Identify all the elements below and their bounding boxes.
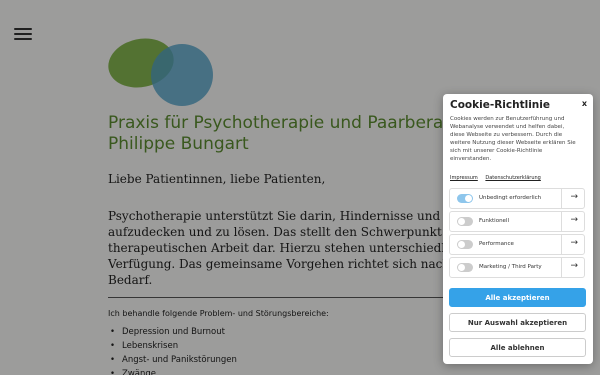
toggle-knob <box>458 264 465 271</box>
option-divider <box>561 258 562 277</box>
cookie-option-label: Performance <box>479 241 514 247</box>
close-icon[interactable]: x <box>582 99 587 108</box>
cookie-option-label: Unbedingt erforderlich <box>479 195 542 201</box>
accept-selection-button[interactable]: Nur Auswahl akzeptieren <box>449 313 586 332</box>
reject-all-button[interactable]: Alle ablehnen <box>449 338 586 357</box>
accept-all-button[interactable]: Alle akzeptieren <box>449 288 586 307</box>
cookie-consent-dialog: Cookie-Richtlinie x Cookies werden zur B… <box>443 94 593 364</box>
functional-toggle[interactable] <box>457 217 473 226</box>
cookie-description: Cookies werden zur Benutzerführung und W… <box>450 115 590 163</box>
arrow-right-icon[interactable]: → <box>570 261 578 271</box>
necessary-toggle[interactable] <box>457 194 473 203</box>
cookie-option-marketing: Marketing / Third Party → <box>449 257 585 278</box>
toggle-knob <box>465 195 472 202</box>
privacy-policy-link[interactable]: Datenschutzerklärung <box>485 175 540 181</box>
arrow-right-icon[interactable]: → <box>570 192 578 202</box>
cookie-option-functional: Funktionell → <box>449 211 585 232</box>
arrow-right-icon[interactable]: → <box>570 238 578 248</box>
cookie-options: Unbedingt erforderlich → Funktionell → P… <box>449 188 585 280</box>
toggle-knob <box>458 241 465 248</box>
cookie-links: Impressum Datenschutzerklärung <box>450 175 547 181</box>
marketing-toggle[interactable] <box>457 263 473 272</box>
option-divider <box>561 235 562 254</box>
cookie-option-label: Marketing / Third Party <box>479 264 542 270</box>
cookie-description-line: diese Webseite zu verbessern. Durch die <box>450 132 563 138</box>
arrow-right-icon[interactable]: → <box>570 215 578 225</box>
option-divider <box>561 212 562 231</box>
performance-toggle[interactable] <box>457 240 473 249</box>
cookie-description-line: sich mit unserer Cookie-Richtlinie <box>450 148 543 154</box>
cookie-description-line: Cookies werden zur Benutzerführung und <box>450 116 565 122</box>
option-divider <box>561 189 562 208</box>
cookie-option-label: Funktionell <box>479 218 509 224</box>
imprint-link[interactable]: Impressum <box>450 175 478 181</box>
cookie-description-line: Webanalyse verwendet und helfen dabei, <box>450 124 565 130</box>
cookie-description-line: einverstanden. <box>450 156 492 162</box>
cookie-option-necessary: Unbedingt erforderlich → <box>449 188 585 209</box>
cookie-dialog-title: Cookie-Richtlinie <box>450 99 550 111</box>
cookie-option-performance: Performance → <box>449 234 585 255</box>
cookie-description-line: weitere Nutzung dieser Webseite erklären… <box>450 140 576 146</box>
toggle-knob <box>458 218 465 225</box>
